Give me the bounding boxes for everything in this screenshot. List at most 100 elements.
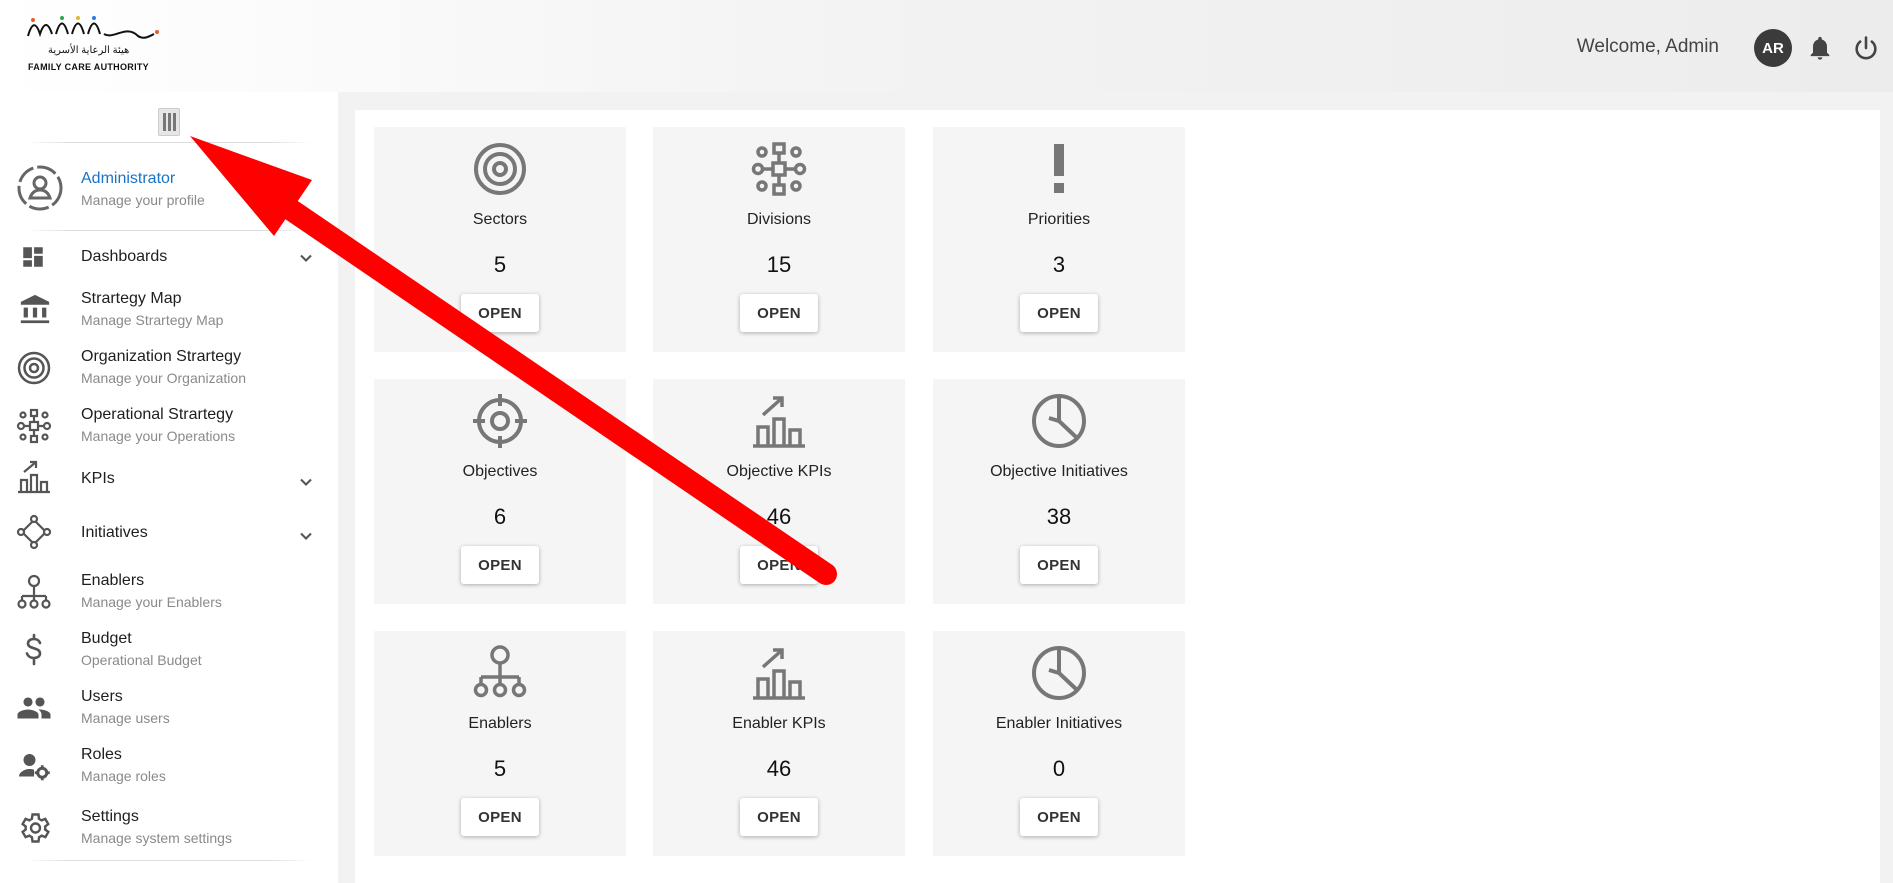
card-objective-initiatives: Objective Initiatives 38 OPEN <box>933 379 1185 604</box>
card-title: Enablers <box>468 715 532 732</box>
card-objectives: Objectives 6 OPEN <box>374 379 626 604</box>
sidebar-collapse-button[interactable] <box>158 108 180 136</box>
user-gear-icon <box>19 754 50 781</box>
hierarchy-icon <box>473 645 527 698</box>
sidebar-item-dashboards[interactable]: Dashboards <box>0 244 338 296</box>
card-count: 5 <box>493 756 507 781</box>
sidebar: Administrator Manage your profile Dashbo… <box>0 92 338 883</box>
sidebar-item-budget[interactable]: Budget Operational Budget <box>0 630 338 682</box>
sidebar-item-roles[interactable]: Roles Manage roles <box>0 746 338 798</box>
card-count: 5 <box>493 252 507 277</box>
card-count: 46 <box>766 504 792 529</box>
dashboard-icon <box>23 247 43 267</box>
open-priorities-button[interactable]: OPEN <box>1020 294 1098 332</box>
exclamation-icon <box>1054 144 1064 193</box>
sidebar-item-subtitle: Manage your profile <box>81 192 205 208</box>
sidebar-item-label: Enablers <box>81 572 145 589</box>
main-content: Sectors 5 OPEN Divisions 15 OPEN Priorit… <box>355 110 1880 883</box>
chevron-down-icon[interactable] <box>296 526 316 546</box>
card-title: Objective KPIs <box>726 463 832 480</box>
pie-icon <box>1032 646 1086 700</box>
sidebar-item-kpis[interactable]: KPIs <box>0 460 338 518</box>
open-enabler-kpis-button[interactable]: OPEN <box>740 798 818 836</box>
sidebar-item-label: Administrator <box>81 170 176 187</box>
avatar[interactable]: AR <box>1754 29 1792 67</box>
card-title: Objectives <box>462 463 538 480</box>
sidebar-item-initiatives[interactable]: Initiatives <box>0 514 338 572</box>
target-icon <box>17 351 51 385</box>
card-count: 6 <box>493 504 507 529</box>
top-header: هيئة الرعاية الأسرية FAMILY CARE AUTHORI… <box>0 0 1893 92</box>
sidebar-item-users[interactable]: Users Manage users <box>0 688 338 740</box>
welcome-text: Welcome, Admin <box>1576 36 1719 57</box>
institution-icon <box>20 294 50 324</box>
card-divisions: Divisions 15 OPEN <box>653 127 905 352</box>
kpi-chart-icon <box>753 396 805 448</box>
bell-icon[interactable] <box>1806 34 1834 62</box>
sidebar-item-organization-strategy[interactable]: Organization Strartegy Manage your Organ… <box>0 348 338 400</box>
sidebar-item-label: Organization Strartegy <box>81 348 242 365</box>
open-sectors-button[interactable]: OPEN <box>461 294 539 332</box>
divider <box>26 230 312 231</box>
card-title: Divisions <box>746 211 811 228</box>
gear-icon <box>21 813 50 843</box>
open-objective-initiatives-button[interactable]: OPEN <box>1020 546 1098 584</box>
sidebar-item-label: Roles <box>81 746 122 763</box>
card-title: Priorities <box>1027 211 1091 228</box>
card-enabler-initiatives: Enabler Initiatives 0 OPEN <box>933 631 1185 856</box>
crosshair-icon <box>473 394 527 448</box>
open-enablers-button[interactable]: OPEN <box>461 798 539 836</box>
sidebar-item-subtitle: Manage your Operations <box>81 428 236 444</box>
card-count: 3 <box>1052 252 1066 277</box>
card-title: Enabler KPIs <box>732 715 826 732</box>
pie-icon <box>1032 394 1086 448</box>
divider <box>26 142 312 143</box>
sidebar-item-administrator[interactable]: Administrator Manage your profile <box>0 165 338 222</box>
card-count: 15 <box>766 252 792 277</box>
open-objective-kpis-button[interactable]: OPEN <box>740 546 818 584</box>
network-icon <box>16 408 52 444</box>
dollar-icon <box>25 633 42 666</box>
card-enabler-kpis: Enabler KPIs 46 OPEN <box>653 631 905 856</box>
sidebar-item-settings[interactable]: Settings Manage system settings <box>0 808 338 860</box>
power-icon[interactable] <box>1852 34 1880 62</box>
open-enabler-initiatives-button[interactable]: OPEN <box>1020 798 1098 836</box>
card-objective-kpis: Objective KPIs 46 OPEN <box>653 379 905 604</box>
logo-arabic-text: هيئة الرعاية الأسرية <box>48 45 130 56</box>
sidebar-item-label: Operational Strartegy <box>81 406 234 423</box>
card-count: 0 <box>1052 756 1066 781</box>
card-count: 38 <box>1046 504 1072 529</box>
open-divisions-button[interactable]: OPEN <box>740 294 818 332</box>
sidebar-item-subtitle: Manage Strartegy Map <box>81 312 224 328</box>
card-title: Objective Initiatives <box>990 463 1128 480</box>
card-title: Enabler Initiatives <box>995 715 1123 732</box>
sidebar-item-subtitle: Manage roles <box>81 768 166 784</box>
initiatives-icon <box>16 514 52 550</box>
chevron-down-icon[interactable] <box>296 472 316 492</box>
sidebar-item-label: KPIs <box>81 470 115 487</box>
sidebar-item-label: Dashboards <box>81 248 168 265</box>
sidebar-item-label: Strartegy Map <box>81 290 182 307</box>
divider <box>26 860 312 861</box>
network-icon <box>751 142 807 196</box>
chevron-down-icon[interactable] <box>296 248 316 268</box>
users-icon <box>17 697 51 719</box>
sidebar-item-subtitle: Manage your Enablers <box>81 594 222 610</box>
card-enablers: Enablers 5 OPEN <box>374 631 626 856</box>
sidebar-item-enablers[interactable]: Enablers Manage your Enablers <box>0 572 338 624</box>
card-title: Sectors <box>472 211 528 228</box>
sidebar-item-label: Settings <box>81 808 139 825</box>
open-objectives-button[interactable]: OPEN <box>461 546 539 584</box>
sidebar-item-label: Initiatives <box>81 524 148 541</box>
kpi-chart-icon <box>18 460 50 494</box>
sidebar-item-operational-strategy[interactable]: Operational Strartegy Manage your Operat… <box>0 406 338 458</box>
kpi-chart-icon <box>753 648 805 700</box>
logo-english-text: FAMILY CARE AUTHORITY <box>28 62 149 72</box>
card-sectors: Sectors 5 OPEN <box>374 127 626 352</box>
target-icon <box>474 143 526 195</box>
sidebar-item-subtitle: Manage system settings <box>81 830 232 846</box>
sidebar-item-subtitle: Operational Budget <box>81 652 202 668</box>
sidebar-item-strategy-map[interactable]: Strartegy Map Manage Strartegy Map <box>0 290 338 342</box>
user-circle-icon <box>17 165 63 211</box>
logo[interactable]: هيئة الرعاية الأسرية FAMILY CARE AUTHORI… <box>26 14 166 74</box>
